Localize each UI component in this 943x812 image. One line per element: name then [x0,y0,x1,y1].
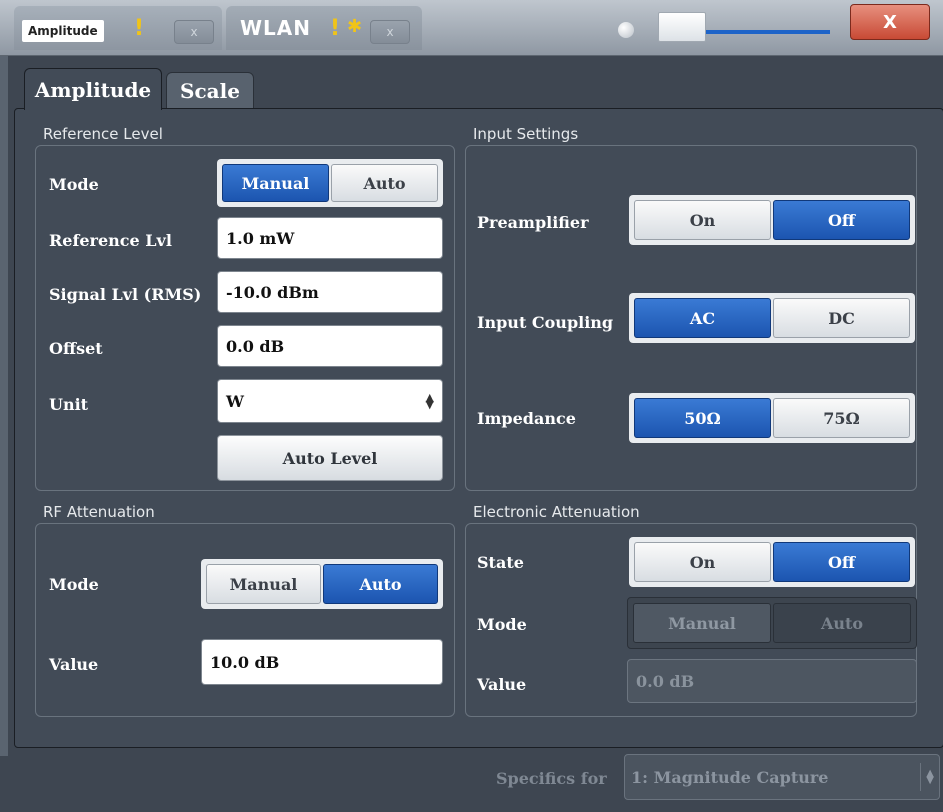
unit-label: Unit [49,395,89,414]
ref-mode-manual-option[interactable]: Manual [222,164,329,202]
star-icon: ✱ [347,16,363,37]
impedance-toggle: 50Ω 75Ω [629,393,915,443]
specifics-for-label: Specifics for [496,769,607,788]
unit-select-value: W [226,391,244,411]
preamplifier-label: Preamplifier [477,213,589,232]
rf-mode-manual-option[interactable]: Manual [206,564,321,604]
impedance-50-option[interactable]: 50Ω [634,398,771,438]
app-tab-wlan-label: WLAN [240,16,312,40]
title-bar: Amplitude ! x WLAN ! ✱ x X [0,0,943,56]
transparency-slider-track[interactable] [690,30,830,34]
select-divider [920,763,921,791]
reference-level-title: Reference Level [43,125,163,143]
app-tab-amplitude-label: Amplitude [22,20,104,42]
amplitude-dialog: Reference Level Mode Manual Auto Referen… [14,108,943,748]
close-icon[interactable]: x [370,20,410,44]
input-coupling-label: Input Coupling [477,313,614,332]
rf-attenuation-group [35,523,455,717]
tab-scale-label: Scale [180,79,240,103]
preamplifier-off-option[interactable]: Off [773,200,910,240]
el-mode-toggle: Manual Auto [627,597,917,649]
specifics-for-select[interactable]: 1: Magnitude Capture ▲ ▼ [624,754,940,800]
tab-amplitude[interactable]: Amplitude [24,68,162,110]
el-value-label: Value [477,675,527,694]
impedance-75-option[interactable]: 75Ω [773,398,910,438]
preamplifier-toggle: On Off [629,195,915,245]
el-state-on-option[interactable]: On [634,542,771,582]
offset-input[interactable]: 0.0 dB [217,325,443,367]
rf-attenuation-title: RF Attenuation [43,503,155,521]
background-window-edge [0,56,8,756]
unit-select[interactable]: W ▲ ▼ [217,379,443,423]
input-coupling-dc-option[interactable]: DC [773,298,910,338]
app-tab-wlan[interactable]: WLAN ! ✱ x [226,6,422,50]
reference-lvl-input[interactable]: 1.0 mW [217,217,443,259]
rf-mode-toggle: Manual Auto [201,559,443,609]
rf-mode-auto-option[interactable]: Auto [323,564,438,604]
el-state-off-option[interactable]: Off [773,542,910,582]
close-icon: X [883,11,897,33]
tab-scale[interactable]: Scale [166,72,254,110]
signal-lvl-label: Signal Lvl (RMS) [49,285,202,304]
preamplifier-on-option[interactable]: On [634,200,771,240]
select-arrows-icon: ▲ ▼ [926,768,934,786]
close-icon[interactable]: x [174,20,214,44]
transparency-slider-handle[interactable] [658,12,706,42]
auto-level-button[interactable]: Auto Level [217,435,443,481]
input-coupling-ac-option[interactable]: AC [634,298,771,338]
status-indicator-icon [618,22,634,38]
rf-value-label: Value [49,655,99,674]
rf-mode-label: Mode [49,575,99,594]
app-tab-amplitude[interactable]: Amplitude ! x [14,6,222,50]
input-settings-title: Input Settings [473,125,579,143]
tab-amplitude-label: Amplitude [34,77,152,102]
offset-label: Offset [49,339,103,358]
ref-mode-toggle: Manual Auto [217,159,443,207]
ref-mode-auto-option[interactable]: Auto [331,164,438,202]
warning-icon: ! [330,16,341,41]
ref-mode-label: Mode [49,175,99,194]
el-mode-label: Mode [477,615,527,634]
rf-value-input[interactable]: 10.0 dB [201,639,443,685]
el-value-input: 0.0 dB [627,659,917,703]
impedance-label: Impedance [477,409,576,428]
warning-icon: ! [134,16,145,41]
el-state-label: State [477,553,524,572]
select-arrows-icon: ▲ ▼ [425,391,434,411]
el-state-toggle: On Off [629,537,915,587]
el-mode-manual-option: Manual [633,603,771,643]
close-window-button[interactable]: X [850,4,930,40]
reference-lvl-label: Reference Lvl [49,231,172,250]
signal-lvl-input[interactable]: -10.0 dBm [217,271,443,313]
el-mode-auto-option: Auto [773,603,911,643]
electronic-attenuation-title: Electronic Attenuation [473,503,640,521]
input-coupling-toggle: AC DC [629,293,915,343]
specifics-for-value: 1: Magnitude Capture [631,767,829,787]
